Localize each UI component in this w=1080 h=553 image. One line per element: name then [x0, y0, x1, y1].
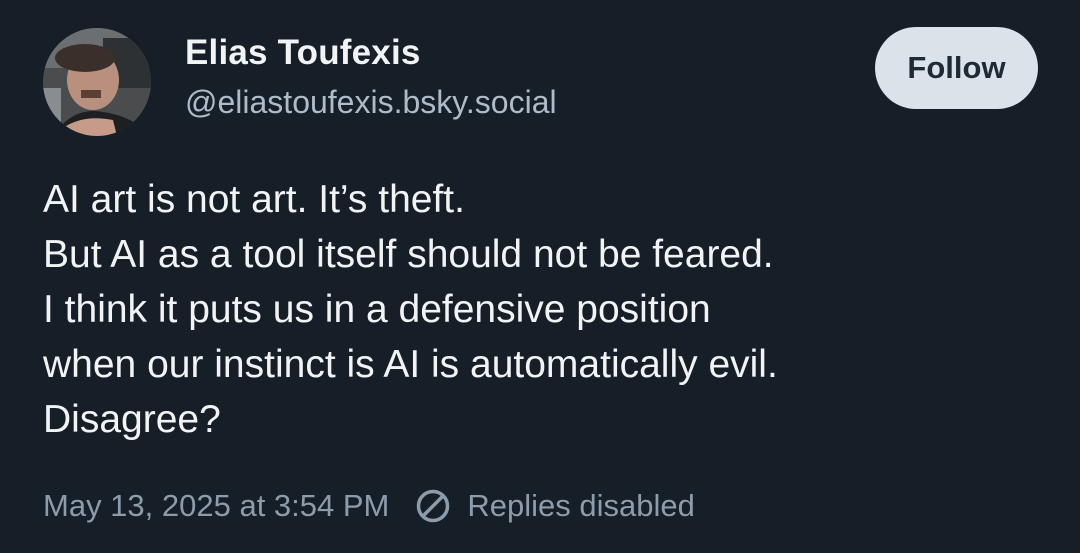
post-text: AI art is not art. It’s theft. But AI as… — [43, 172, 1043, 447]
post-text-line: But AI as a tool itself should not be fe… — [43, 233, 774, 276]
author-handle[interactable]: @eliastoufexis.bsky.social — [185, 84, 557, 121]
post-card: Elias Toufexis @eliastoufexis.bsky.socia… — [0, 0, 1080, 553]
no-entry-icon — [415, 488, 451, 524]
post-text-line: AI art is not art. It’s theft. — [43, 178, 465, 221]
follow-button[interactable]: Follow — [875, 27, 1038, 109]
author-avatar[interactable] — [43, 28, 151, 136]
post-timestamp[interactable]: May 13, 2025 at 3:54 PM — [43, 488, 389, 524]
post-text-line: when our instinct is AI is automatically… — [43, 343, 778, 386]
author-name[interactable]: Elias Toufexis — [185, 33, 421, 73]
replies-status: Replies disabled — [467, 488, 695, 523]
post-meta: May 13, 2025 at 3:54 PM Replies disabled — [43, 484, 695, 528]
post-text-line: I think it puts us in a defensive positi… — [43, 288, 711, 331]
post-text-line: Disagree? — [43, 398, 221, 441]
user-avatar-photo-icon — [43, 28, 151, 136]
